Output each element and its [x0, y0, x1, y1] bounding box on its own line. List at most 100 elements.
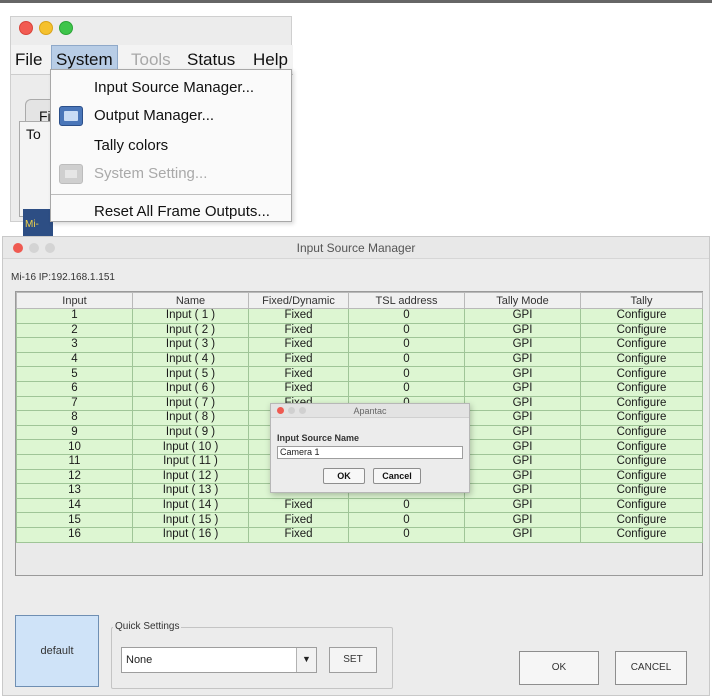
cell-tally-configure[interactable]: Configure	[580, 395, 703, 412]
menu-item-tally-colors[interactable]: Tally colors	[51, 132, 291, 160]
menu-item-input-source-manager[interactable]: Input Source Manager...	[51, 74, 291, 102]
cell-input-name[interactable]: Input ( 2 )	[132, 322, 249, 339]
cell-input-number[interactable]: 15	[16, 512, 133, 528]
cell-tally-mode[interactable]: GPI	[464, 497, 581, 514]
cell-tally-mode[interactable]: GPI	[464, 424, 581, 441]
ok-button[interactable]: OK	[519, 651, 599, 685]
cell-input-name[interactable]: Input ( 9 )	[132, 424, 249, 441]
cell-tsl-address[interactable]: 0	[348, 351, 465, 368]
cell-tsl-address[interactable]: 0	[348, 497, 465, 514]
cell-input-name[interactable]: Input ( 12 )	[132, 468, 249, 485]
dialog-ok-button[interactable]: OK	[323, 468, 365, 484]
cell-tally-configure[interactable]: Configure	[580, 366, 703, 382]
cell-input-number[interactable]: 12	[16, 468, 133, 485]
cell-input-name[interactable]: Input ( 13 )	[132, 483, 249, 499]
cell-input-number[interactable]: 3	[16, 337, 133, 353]
cell-tally-mode[interactable]: GPI	[464, 526, 581, 543]
cell-fixed-dynamic[interactable]: Fixed	[248, 512, 349, 528]
cell-input-number[interactable]: 2	[16, 322, 133, 339]
cell-input-number[interactable]: 16	[16, 526, 133, 543]
cell-tally-configure[interactable]: Configure	[580, 468, 703, 485]
cell-input-name[interactable]: Input ( 10 )	[132, 439, 249, 455]
cell-input-number[interactable]: 5	[16, 366, 133, 382]
dialog-cancel-button[interactable]: Cancel	[373, 468, 421, 484]
input-source-name-field[interactable]: Camera 1	[277, 446, 463, 459]
table-row[interactable]: 14 Input ( 14 ) Fixed 0 GPI Configure	[16, 497, 703, 514]
cell-tally-configure[interactable]: Configure	[580, 351, 703, 368]
cell-fixed-dynamic[interactable]: Fixed	[248, 308, 349, 324]
cell-fixed-dynamic[interactable]: Fixed	[248, 497, 349, 514]
cell-tally-mode[interactable]: GPI	[464, 351, 581, 368]
cell-tsl-address[interactable]: 0	[348, 366, 465, 382]
close-window-button[interactable]	[19, 21, 33, 35]
cell-tally-configure[interactable]: Configure	[580, 526, 703, 543]
quick-settings-select[interactable]: None ▼	[121, 647, 317, 673]
cell-tally-configure[interactable]: Configure	[580, 337, 703, 353]
cell-input-name[interactable]: Input ( 11 )	[132, 453, 249, 470]
cell-tally-configure[interactable]: Configure	[580, 453, 703, 470]
table-row[interactable]: 6 Input ( 6 ) Fixed 0 GPI Configure	[16, 380, 703, 397]
table-row[interactable]: 2 Input ( 2 ) Fixed 0 GPI Configure	[16, 322, 703, 339]
cell-input-number[interactable]: 13	[16, 483, 133, 499]
cell-input-number[interactable]: 14	[16, 497, 133, 514]
cell-input-name[interactable]: Input ( 3 )	[132, 337, 249, 353]
cell-fixed-dynamic[interactable]: Fixed	[248, 526, 349, 543]
cell-tally-mode[interactable]: GPI	[464, 468, 581, 485]
cell-tally-mode[interactable]: GPI	[464, 512, 581, 528]
cell-tally-configure[interactable]: Configure	[580, 439, 703, 455]
cell-input-name[interactable]: Input ( 7 )	[132, 395, 249, 412]
cell-tally-mode[interactable]: GPI	[464, 439, 581, 455]
column-header-name[interactable]: Name	[132, 292, 249, 309]
cell-fixed-dynamic[interactable]: Fixed	[248, 366, 349, 382]
cell-tally-configure[interactable]: Configure	[580, 483, 703, 499]
cell-tally-mode[interactable]: GPI	[464, 337, 581, 353]
default-button[interactable]: default	[15, 615, 99, 687]
cell-input-name[interactable]: Input ( 6 )	[132, 380, 249, 397]
set-button[interactable]: SET	[329, 647, 377, 673]
cell-tally-configure[interactable]: Configure	[580, 424, 703, 441]
cell-input-number[interactable]: 10	[16, 439, 133, 455]
column-header-fixed-dynamic[interactable]: Fixed/Dynamic	[248, 292, 349, 309]
cell-tally-mode[interactable]: GPI	[464, 483, 581, 499]
cell-tally-configure[interactable]: Configure	[580, 322, 703, 339]
cell-tally-mode[interactable]: GPI	[464, 395, 581, 412]
cell-input-name[interactable]: Input ( 8 )	[132, 410, 249, 426]
cell-input-name[interactable]: Input ( 5 )	[132, 366, 249, 382]
cancel-button[interactable]: CANCEL	[615, 651, 687, 685]
cell-tally-mode[interactable]: GPI	[464, 366, 581, 382]
cell-tally-mode[interactable]: GPI	[464, 322, 581, 339]
cell-fixed-dynamic[interactable]: Fixed	[248, 351, 349, 368]
cell-tally-configure[interactable]: Configure	[580, 497, 703, 514]
cell-input-name[interactable]: Input ( 15 )	[132, 512, 249, 528]
column-header-tally-mode[interactable]: Tally Mode	[464, 292, 581, 309]
cell-input-number[interactable]: 7	[16, 395, 133, 412]
column-header-tally[interactable]: Tally	[580, 292, 703, 309]
cell-input-name[interactable]: Input ( 16 )	[132, 526, 249, 543]
cell-input-number[interactable]: 1	[16, 308, 133, 324]
cell-tally-mode[interactable]: GPI	[464, 308, 581, 324]
cell-input-number[interactable]: 4	[16, 351, 133, 368]
cell-tsl-address[interactable]: 0	[348, 526, 465, 543]
cell-fixed-dynamic[interactable]: Fixed	[248, 322, 349, 339]
cell-input-number[interactable]: 8	[16, 410, 133, 426]
table-row[interactable]: 1 Input ( 1 ) Fixed 0 GPI Configure	[16, 308, 703, 324]
cell-tally-mode[interactable]: GPI	[464, 380, 581, 397]
cell-tally-configure[interactable]: Configure	[580, 512, 703, 528]
cell-tally-configure[interactable]: Configure	[580, 410, 703, 426]
cell-tsl-address[interactable]: 0	[348, 337, 465, 353]
cell-input-name[interactable]: Input ( 4 )	[132, 351, 249, 368]
cell-tsl-address[interactable]: 0	[348, 322, 465, 339]
cell-tsl-address[interactable]: 0	[348, 380, 465, 397]
table-row[interactable]: 3 Input ( 3 ) Fixed 0 GPI Configure	[16, 337, 703, 353]
cell-fixed-dynamic[interactable]: Fixed	[248, 337, 349, 353]
table-row[interactable]: 15 Input ( 15 ) Fixed 0 GPI Configure	[16, 512, 703, 528]
cell-input-name[interactable]: Input ( 1 )	[132, 308, 249, 324]
cell-tally-mode[interactable]: GPI	[464, 453, 581, 470]
column-header-input[interactable]: Input	[16, 292, 133, 309]
cell-tally-mode[interactable]: GPI	[464, 410, 581, 426]
minimize-window-button[interactable]	[39, 21, 53, 35]
cell-input-number[interactable]: 9	[16, 424, 133, 441]
column-header-tsl-address[interactable]: TSL address	[348, 292, 465, 309]
table-row[interactable]: 4 Input ( 4 ) Fixed 0 GPI Configure	[16, 351, 703, 368]
menu-item-output-manager[interactable]: Output Manager...	[51, 102, 291, 130]
